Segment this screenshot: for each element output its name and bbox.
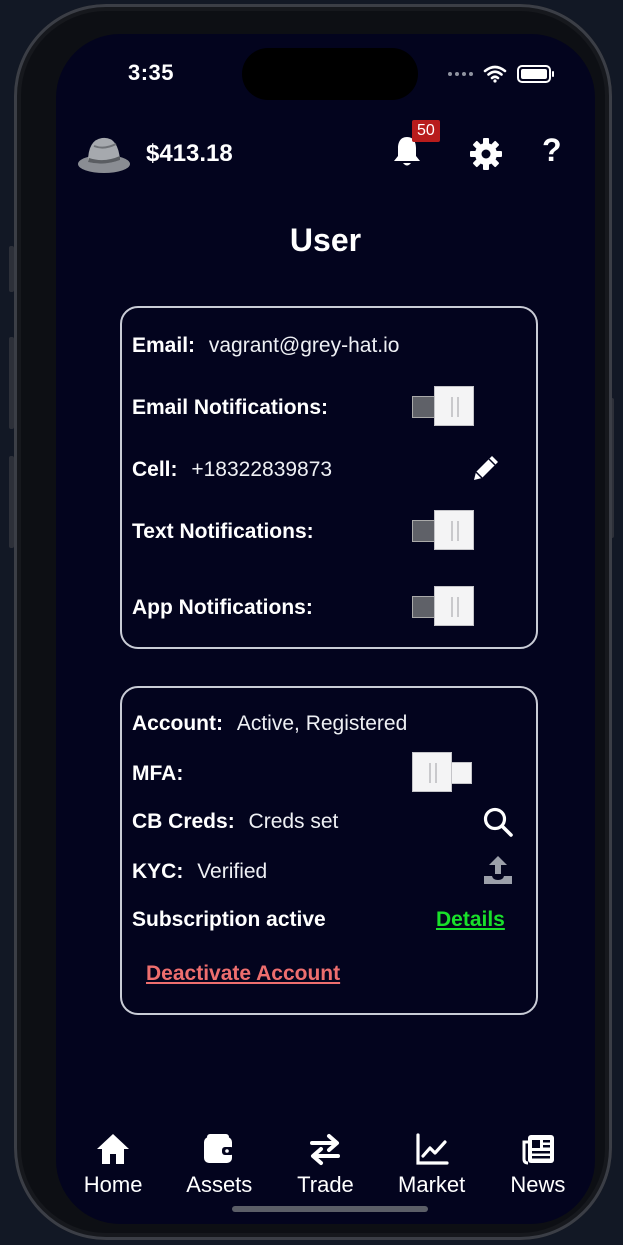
email-notifications-row: Email Notifications: — [132, 396, 328, 420]
gear-icon[interactable] — [470, 138, 502, 170]
cell-row: Cell: +18322839873 — [132, 458, 332, 482]
email-value: vagrant@grey-hat.io — [208, 334, 400, 357]
account-card: Account: Active, Registered MFA: CB Cred… — [120, 686, 538, 1015]
newspaper-icon — [522, 1135, 554, 1165]
tab-news-label: News — [510, 1172, 566, 1197]
tab-trade-label: Trade — [297, 1172, 354, 1197]
balance-amount: $413.18 — [146, 140, 233, 167]
account-label: Account: — [132, 712, 223, 735]
mfa-row: MFA: — [132, 762, 183, 786]
home-indicator — [232, 1206, 428, 1212]
contact-settings-card: Email: vagrant@grey-hat.io Email Notific… — [120, 306, 538, 649]
cb-creds-row: CB Creds: Creds set — [132, 810, 338, 834]
subscription-row: Subscription active — [132, 908, 326, 932]
search-icon[interactable] — [482, 806, 514, 838]
cell-value: +18322839873 — [191, 458, 333, 481]
deactivate-account-link[interactable]: Deactivate Account — [146, 962, 340, 986]
kyc-value: Verified — [197, 860, 268, 883]
wallet-icon — [204, 1134, 235, 1163]
mfa-toggle[interactable] — [412, 752, 474, 792]
notification-badge: 50 — [412, 120, 440, 142]
tab-news[interactable]: News — [488, 1132, 588, 1198]
wifi-icon — [483, 65, 507, 83]
upload-icon[interactable] — [482, 854, 514, 886]
account-row: Account: Active, Registered — [132, 712, 407, 736]
tab-assets[interactable]: Assets — [169, 1132, 269, 1198]
dynamic-island — [242, 48, 418, 100]
cb-creds-value: Creds set — [248, 810, 339, 833]
toggle-knob — [434, 510, 474, 550]
bottom-tab-bar: Home Assets Trade Market News — [56, 1132, 595, 1198]
signal-icon — [448, 72, 473, 76]
details-link[interactable]: Details — [436, 908, 505, 932]
mfa-label: MFA: — [132, 762, 184, 785]
toggle-knob — [412, 752, 452, 792]
chart-icon — [416, 1133, 449, 1165]
status-time: 3:35 — [128, 60, 175, 85]
home-icon — [97, 1134, 130, 1164]
text-notifications-toggle[interactable] — [412, 510, 474, 550]
phone-frame: 3:35 $413.18 50 ? User Email: vagrant@gr… — [14, 4, 612, 1240]
app-notifications-toggle[interactable] — [412, 586, 474, 626]
cell-label: Cell: — [132, 458, 178, 481]
cb-creds-label: CB Creds: — [132, 810, 235, 833]
email-notifications-toggle[interactable] — [412, 386, 474, 426]
screen: 3:35 $413.18 50 ? User Email: vagrant@gr… — [56, 34, 595, 1224]
email-row: Email: vagrant@grey-hat.io — [132, 334, 399, 358]
tab-assets-label: Assets — [186, 1172, 253, 1197]
status-indicators — [448, 62, 554, 86]
swap-icon — [310, 1134, 341, 1165]
help-button[interactable]: ? — [542, 132, 562, 169]
email-notifications-label: Email Notifications: — [132, 396, 329, 419]
app-notifications-row: App Notifications: — [132, 596, 313, 620]
tab-home[interactable]: Home — [63, 1132, 163, 1198]
toggle-knob — [434, 586, 474, 626]
tab-trade[interactable]: Trade — [275, 1132, 375, 1198]
text-notifications-row: Text Notifications: — [132, 520, 314, 544]
kyc-row: KYC: Verified — [132, 860, 267, 884]
text-notifications-label: Text Notifications: — [132, 520, 314, 543]
app-notifications-label: App Notifications: — [132, 596, 313, 619]
page-title: User — [289, 222, 362, 258]
subscription-label: Subscription active — [132, 908, 326, 931]
tab-market-label: Market — [398, 1172, 466, 1197]
toggle-knob — [434, 386, 474, 426]
hat-logo-icon — [78, 137, 130, 173]
email-label: Email: — [132, 334, 196, 357]
battery-icon — [517, 65, 554, 83]
tab-home-label: Home — [83, 1172, 143, 1197]
kyc-label: KYC: — [132, 860, 184, 883]
pencil-edit-icon[interactable] — [470, 452, 502, 484]
account-value: Active, Registered — [236, 712, 408, 735]
tab-market[interactable]: Market — [382, 1132, 482, 1198]
